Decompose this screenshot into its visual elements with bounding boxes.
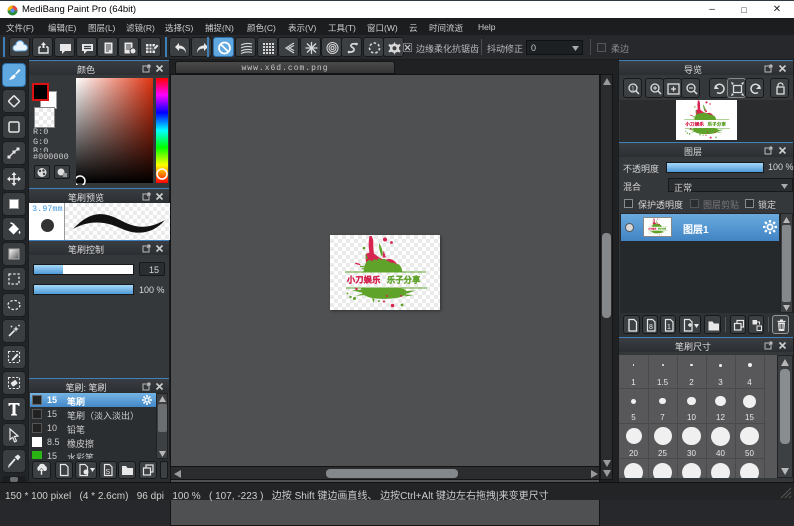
svg-text:1: 1 [667, 324, 671, 331]
svg-text:小刀娱乐: 小刀娱乐 [685, 120, 704, 127]
svg-text:小刀娱乐: 小刀娱乐 [647, 226, 656, 230]
svg-text:小刀娱乐: 小刀娱乐 [346, 275, 381, 285]
svg-text:乐子分享: 乐子分享 [708, 120, 727, 127]
svg-text:乐子分享: 乐子分享 [387, 275, 421, 285]
svg-text:8: 8 [649, 324, 653, 331]
svg-text:S: S [106, 469, 111, 476]
svg-text:乐子分享: 乐子分享 [658, 226, 666, 230]
